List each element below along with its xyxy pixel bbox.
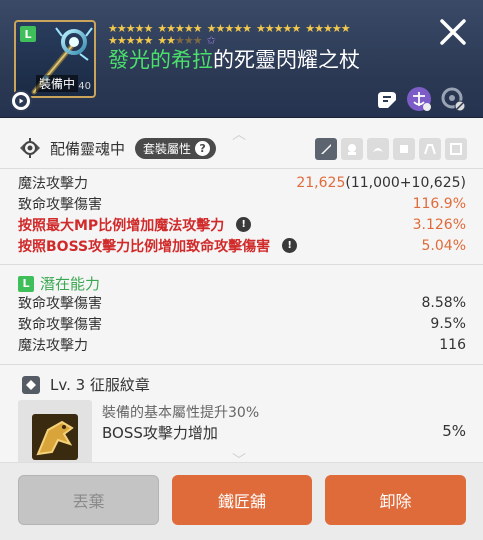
- soul-slot-frame-icon[interactable]: [445, 138, 467, 160]
- divider: [0, 264, 483, 265]
- soul-slot-head-icon[interactable]: [341, 138, 363, 160]
- emblem-diamond-icon: [22, 375, 40, 394]
- set-attribute-label: 套裝屬性: [143, 141, 192, 156]
- warning-icon[interactable]: !: [282, 238, 298, 253]
- item-icon-frame: L 裝備中 40: [14, 20, 96, 98]
- item-name: 發光的希拉的死靈閃耀之杖: [108, 44, 360, 74]
- stat-value: 3.126%: [412, 216, 466, 233]
- emblem-title: Lv. 3 征服紋章: [50, 376, 150, 394]
- discard-button[interactable]: 丟棄: [18, 475, 159, 525]
- stat-value: 116.9%: [412, 195, 466, 212]
- potential-line: 致命攻擊傷害 9.5%: [18, 313, 466, 334]
- potential-label: 致命攻擊傷害: [18, 295, 102, 312]
- soul-icon: [20, 138, 40, 158]
- potential-label: 魔法攻擊力: [18, 337, 88, 354]
- stat-label: 按照最大MP比例增加魔法攻擊力: [18, 217, 225, 234]
- emblem-stat-row: BOSS攻擊力增加 5%: [102, 422, 466, 443]
- soul-slot-arch-icon[interactable]: [419, 138, 441, 160]
- disabled-settings-icon[interactable]: [440, 86, 466, 112]
- stat-detail: (11,000+10,625): [345, 174, 466, 191]
- item-name-prefix: 發光的希拉: [108, 48, 213, 72]
- blacksmith-button[interactable]: 鐵匠舖: [172, 475, 312, 525]
- emblem-header: Lv. 3 征服紋章: [22, 374, 150, 395]
- stat-row-crit-damage: 致命攻擊傷害 116.9%: [18, 193, 466, 214]
- action-bar: 丟棄 鐵匠舖 卸除: [0, 462, 483, 540]
- unequip-button[interactable]: 卸除: [325, 475, 466, 525]
- potential-value: 116: [439, 336, 466, 353]
- equipped-tag: 裝備中: [36, 75, 79, 92]
- stat-value: 5.04%: [421, 237, 466, 254]
- potential-line: 致命攻擊傷害 8.58%: [18, 292, 466, 313]
- legendary-badge: L: [20, 26, 36, 42]
- stat-row-boss-scaling: 按照BOSS攻擊力比例增加致命攻擊傷害! 5.04%: [18, 235, 466, 256]
- potential-line: 魔法攻擊力 116: [18, 334, 466, 355]
- close-icon[interactable]: [437, 16, 469, 48]
- potential-value: 8.58%: [421, 294, 466, 311]
- soul-slot-wing-icon[interactable]: [367, 138, 389, 160]
- potential-label: 致命攻擊傷害: [18, 316, 102, 333]
- soul-slot-row: [315, 138, 467, 160]
- emblem-description: 裝備的基本屬性提升30%: [102, 405, 260, 421]
- divider: [0, 364, 483, 365]
- potential-header: L 潛在能力: [18, 273, 100, 294]
- stat-row-magic-attack: 魔法攻擊力 21,625(11,000+10,625): [18, 172, 466, 193]
- emblem-stat-value: 5%: [442, 422, 466, 440]
- preview-play-button[interactable]: [10, 90, 32, 112]
- scroll-icon[interactable]: [374, 86, 400, 112]
- potential-title: 潛在能力: [40, 275, 101, 293]
- soul-slot-sword-icon[interactable]: [315, 138, 337, 160]
- scroll-up-icon: ︿: [232, 127, 246, 143]
- soul-slot-gem-icon[interactable]: [393, 138, 415, 160]
- emblem-stat-label: BOSS攻擊力增加: [102, 424, 218, 442]
- set-attribute-button[interactable]: 套裝屬性 ?: [135, 137, 217, 159]
- stat-label: 按照BOSS攻擊力比例增加致命攻擊傷害: [18, 238, 271, 255]
- divider: [0, 168, 483, 169]
- play-icon: [15, 95, 27, 107]
- stat-label: 魔法攻擊力: [18, 175, 88, 192]
- potential-grade-badge: L: [18, 275, 34, 292]
- item-level: 40: [78, 81, 91, 92]
- potential-value: 9.5%: [430, 315, 466, 332]
- soul-section: 配備靈魂中 套裝屬性 ?: [18, 136, 217, 160]
- item-name-base: 的死靈閃耀之杖: [213, 48, 360, 72]
- stat-label: 致命攻擊傷害: [18, 196, 102, 213]
- arcane-symbol-icon[interactable]: [406, 86, 432, 112]
- soul-label: 配備靈魂中: [50, 139, 126, 158]
- help-icon: ?: [195, 140, 211, 156]
- stat-row-mp-scaling: 按照最大MP比例增加魔法攻擊力! 3.126%: [18, 214, 466, 235]
- warning-icon[interactable]: !: [236, 217, 252, 232]
- item-header: L 裝備中 40 ★★★★★ ★★★★★ ★★★★★ ★★★★★ ★★★★★ ★…: [0, 0, 483, 118]
- stat-value: 21,625: [296, 174, 346, 191]
